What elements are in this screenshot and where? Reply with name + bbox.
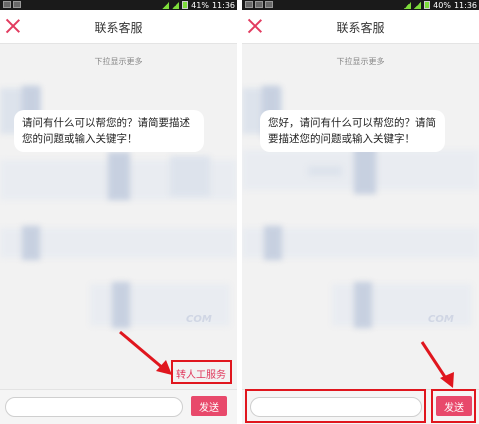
- greeting-message: 您好，请问有什么可以帮您的？请简要描述您的问题或输入关键字！: [260, 110, 445, 152]
- header: 联系客服: [242, 10, 479, 44]
- header: 联系客服: [0, 10, 237, 44]
- greeting-message: 请问有什么可以帮您的？请简要描述您的问题或输入关键字！: [14, 110, 204, 152]
- status-bar: 40% 11:36: [242, 0, 479, 10]
- battery-icon: [182, 1, 189, 9]
- blurred-block: [354, 146, 376, 194]
- left-screen: 41% 11:36 联系客服 下拉显示更多 COM 请问有什么可以帮您的？请简要…: [0, 0, 237, 424]
- notification-icon: [3, 1, 11, 8]
- highlight-box: [171, 360, 232, 384]
- message-input[interactable]: [5, 397, 183, 417]
- send-button[interactable]: 发送: [191, 396, 227, 416]
- blurred-block: [170, 156, 210, 196]
- notification-icon: [13, 1, 21, 8]
- blurred-block: [112, 282, 130, 328]
- blurred-block: [22, 226, 40, 260]
- notification-icon: [265, 1, 273, 8]
- arrow-head: [156, 360, 172, 375]
- page-title: 联系客服: [94, 21, 143, 35]
- highlight-box-input: [245, 389, 426, 423]
- battery-icon: [424, 1, 431, 9]
- battery-percent: 40%: [433, 0, 451, 10]
- signal-icon: [414, 1, 422, 9]
- arrow-head: [440, 372, 454, 388]
- arrow-shaft: [420, 341, 449, 381]
- blurred-block: [354, 282, 372, 328]
- status-bar: 41% 11:36: [0, 0, 237, 10]
- wifi-icon: [404, 1, 412, 9]
- arrow-shaft: [119, 330, 165, 371]
- clock: 11:36: [211, 0, 235, 10]
- blurred-block: [264, 226, 282, 260]
- watermark: COM: [186, 314, 212, 325]
- signal-icon: [172, 1, 180, 9]
- notification-icon: [245, 1, 253, 8]
- right-screen: 40% 11:36 联系客服 下拉显示更多 COM 您好，请问有什么可以帮您的？…: [242, 0, 479, 424]
- notification-icon: [255, 1, 263, 8]
- notification-icons: [245, 1, 273, 8]
- battery-percent: 41%: [191, 0, 209, 10]
- pull-to-load-hint: 下拉显示更多: [94, 57, 143, 66]
- blurred-tag: [308, 166, 342, 176]
- pull-to-load-hint: 下拉显示更多: [336, 57, 385, 66]
- watermark: COM: [428, 314, 454, 325]
- blurred-block: [108, 152, 130, 200]
- status-indicators: 41% 11:36: [162, 0, 235, 10]
- wifi-icon: [162, 1, 170, 9]
- clock: 11:36: [453, 0, 477, 10]
- page-title: 联系客服: [336, 21, 385, 35]
- highlight-box-send: [431, 389, 476, 423]
- status-indicators: 40% 11:36: [404, 0, 477, 10]
- notification-icons: [3, 1, 21, 8]
- input-bar: 发送: [0, 389, 237, 424]
